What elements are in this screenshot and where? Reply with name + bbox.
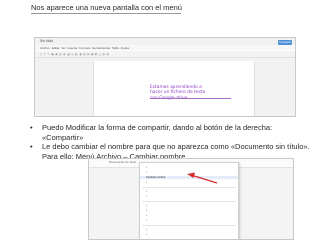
note-underline	[150, 98, 231, 99]
arrow-head	[187, 172, 195, 178]
menu-herramientas[interactable]: Herramientas	[92, 46, 110, 50]
share-button[interactable]: Compartir	[278, 39, 292, 45]
menu-archivo[interactable]: Archivo	[40, 46, 50, 50]
menu-items[interactable]: Archivo Editar Ver Insertar Formato Herr…	[40, 46, 129, 50]
menu-tabla[interactable]: Tabla	[112, 46, 119, 50]
menu-ver[interactable]: Ver	[61, 46, 66, 50]
docs-toolbar: ▢ ↶ ↷ ▣ ▦ ▤ ▥ ◪ ◫ ◧ ◨ ▧ ▨ ▩ ◩ ◬ ▤ ▥	[35, 51, 295, 58]
slide-heading: Nos aparece una nueva pantalla con el me…	[31, 3, 182, 12]
instruction-list: Puedo Modificar la forma de compartir, d…	[30, 123, 312, 161]
docs-screenshot-bottom: Documento sin título ▪ ▪ Cambiar nombre …	[88, 158, 294, 240]
menu-formato[interactable]: Formato	[79, 46, 90, 50]
menu-insertar[interactable]: Insertar	[67, 46, 77, 50]
bullet-item: Puedo Modificar la forma de compartir, d…	[30, 123, 312, 142]
docs-title: Sin título	[40, 39, 54, 43]
menu-editar[interactable]: Editar	[52, 46, 60, 50]
docs-titlebar: Sin título Compartir	[35, 38, 295, 45]
red-arrow-icon	[187, 172, 218, 184]
docs-menubar: Archivo Editar Ver Insertar Formato Herr…	[35, 45, 295, 50]
menu-ayuda[interactable]: Ayuda	[120, 46, 128, 50]
arrow-shaft	[190, 174, 218, 184]
toolbar-icons[interactable]: ▢ ↶ ↷ ▣ ▦ ▤ ▥ ◪ ◫ ◧ ◨ ▧ ▨ ▩ ◩ ◬ ▤ ▥	[40, 53, 109, 56]
document-note: Estamos aprendiendo a hacer un fichero d…	[150, 84, 231, 109]
heading-underline	[31, 13, 181, 14]
